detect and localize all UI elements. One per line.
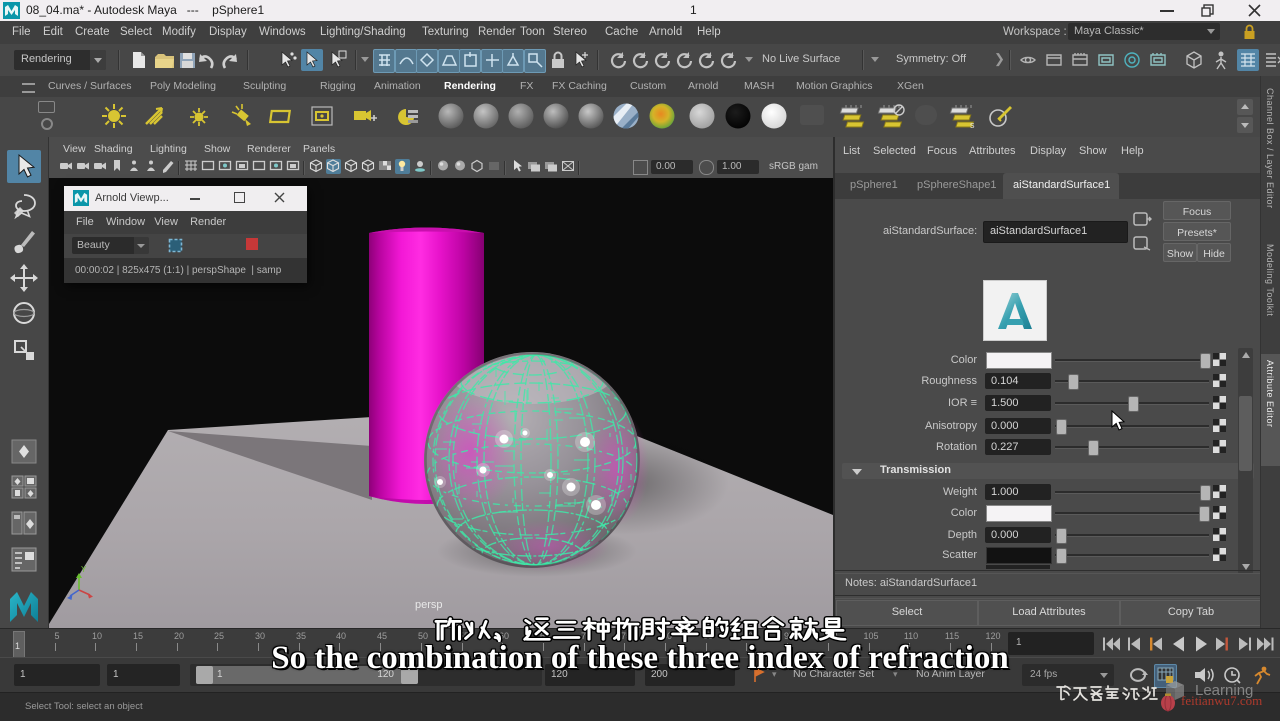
svg-text:s: s	[970, 120, 975, 130]
svg-text:persp: persp	[415, 599, 443, 611]
svg-text:Y: Y	[81, 565, 87, 574]
